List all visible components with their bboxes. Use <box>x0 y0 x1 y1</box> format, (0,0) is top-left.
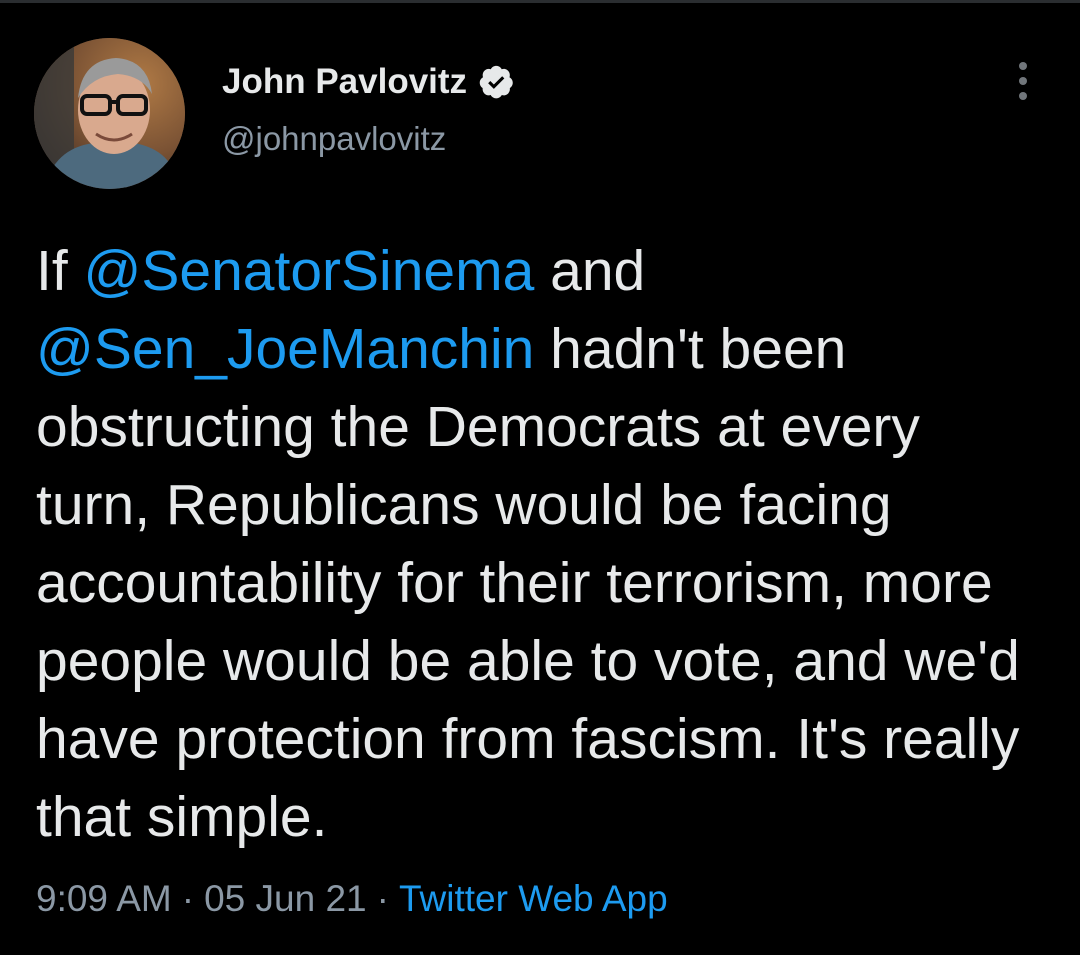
more-dot <box>1019 62 1027 70</box>
more-dot <box>1019 77 1027 85</box>
display-name[interactable]: John Pavlovitz <box>222 62 467 102</box>
avatar[interactable] <box>34 38 185 189</box>
mention-link-senatorsinema[interactable]: @SenatorSinema <box>84 239 535 303</box>
meta-separator: · <box>376 878 389 919</box>
avatar-photo <box>34 38 185 189</box>
top-divider <box>0 0 1080 3</box>
tweet-date[interactable]: 05 Jun 21 <box>204 878 367 919</box>
user-handle[interactable]: @johnpavlovitz <box>222 120 515 158</box>
mention-link-sen-joemanchin[interactable]: @Sen_JoeManchin <box>36 317 534 381</box>
tweet-text: If @SenatorSinema and @Sen_JoeManchin ha… <box>36 232 1046 856</box>
tweet-text-segment: and <box>534 239 646 303</box>
source-link[interactable]: Twitter Web App <box>399 878 668 919</box>
more-dot <box>1019 92 1027 100</box>
meta-separator: · <box>181 878 195 919</box>
author-info: John Pavlovitz @johnpavlovitz <box>222 60 515 158</box>
name-row: John Pavlovitz <box>222 60 515 104</box>
tweet-text-segment: If <box>36 239 84 303</box>
tweet-metadata: 9:09 AM · 05 Jun 21 · Twitter Web App <box>36 878 668 920</box>
tweet-text-segment: hadn't been obstructing the Democrats at… <box>36 317 1020 849</box>
tweet-time[interactable]: 9:09 AM <box>36 878 172 919</box>
more-options-icon[interactable] <box>1010 62 1036 106</box>
verified-badge-icon <box>479 64 515 100</box>
